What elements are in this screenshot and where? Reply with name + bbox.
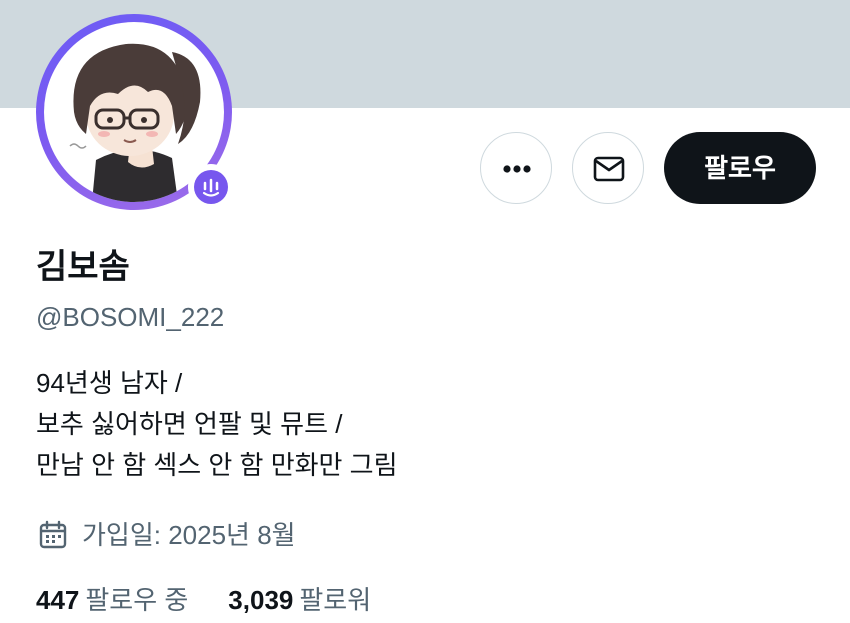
bio: 94년생 남자 / 보추 싫어하면 언팔 및 뮤트 / 만남 안 함 섹스 안 … [36,363,398,486]
follow-stats: 447 팔로우 중 3,039 팔로워 [36,582,371,618]
following-count: 447 [36,585,80,615]
more-button[interactable] [480,132,552,204]
following-link[interactable]: 447 팔로우 중 [36,582,188,618]
bio-line: 보추 싫어하면 언팔 및 뮤트 / [36,409,343,439]
user-handle: @BOSOMI_222 [36,302,225,332]
bio-line: 만남 안 함 섹스 안 함 만화만 그림 [36,450,398,480]
followers-count: 3,039 [228,585,294,615]
envelope-icon [593,156,625,182]
display-name: 김보솜 [36,248,130,286]
followers-label: 팔로워 [299,585,372,615]
joined-date-text: 가입일: 2025년 8월 [82,520,296,550]
calendar-icon [39,520,67,549]
followers-link[interactable]: 3,039 팔로워 [228,582,371,618]
follow-button[interactable]: 팔로우 [664,132,816,204]
message-button[interactable] [572,132,644,204]
following-label: 팔로우 중 [85,585,189,615]
voice-wave-icon [202,178,220,197]
bio-line: 94년생 남자 / [36,368,183,398]
voice-badge[interactable] [188,164,234,210]
more-horizontal-icon [503,165,531,173]
